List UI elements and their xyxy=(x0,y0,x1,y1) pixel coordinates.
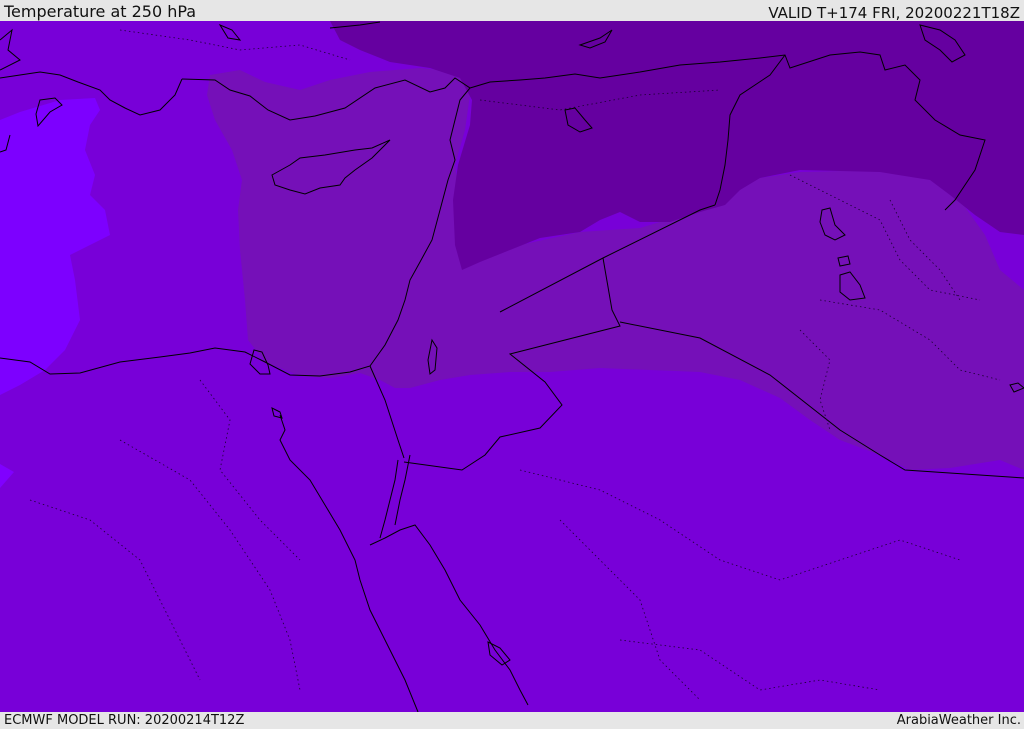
map-title: Temperature at 250 hPa xyxy=(4,2,197,21)
map-footer: ECMWF MODEL RUN: 20200214T12Z ArabiaWeat… xyxy=(0,712,1024,729)
map-header: Temperature at 250 hPa VALID T+174 FRI, … xyxy=(0,0,1024,22)
map-canvas xyxy=(0,21,1024,712)
weather-map xyxy=(0,21,1024,712)
valid-time-label: VALID T+174 FRI, 20200221T18Z xyxy=(768,4,1020,22)
model-run-label: ECMWF MODEL RUN: 20200214T12Z xyxy=(4,713,245,728)
credit-label: ArabiaWeather Inc. xyxy=(896,713,1021,728)
